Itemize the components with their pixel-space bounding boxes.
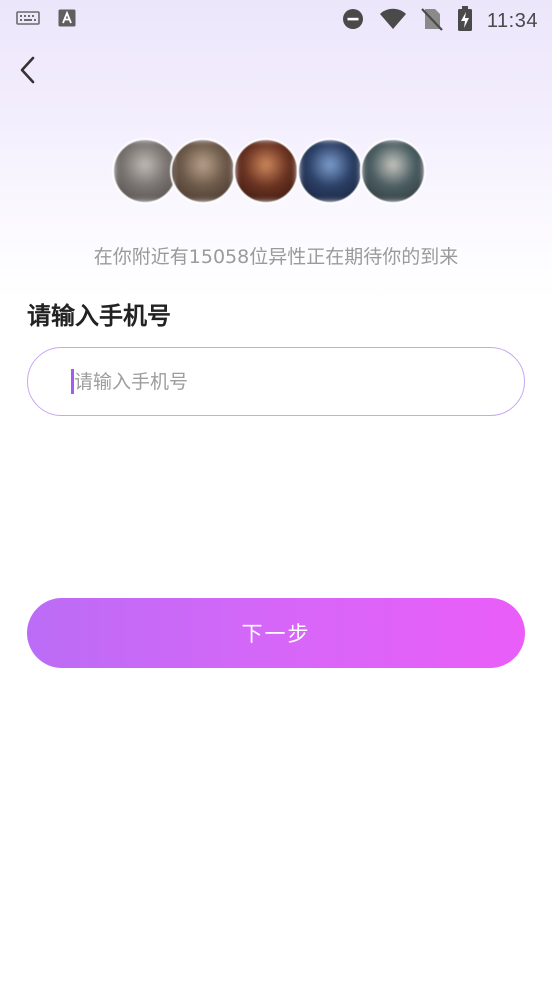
avatar (233, 138, 299, 204)
nearby-avatars (112, 138, 442, 208)
no-sim-icon (421, 7, 443, 35)
wifi-icon (379, 8, 407, 34)
avatar (112, 138, 178, 204)
phone-input-container[interactable] (27, 347, 525, 416)
avatar (297, 138, 363, 204)
avatar (360, 138, 426, 204)
back-button[interactable] (10, 54, 46, 90)
battery-charging-icon (457, 6, 473, 36)
status-right-icons: 11:34 (341, 6, 538, 36)
nearby-count-text: 在你附近有15058位异性正在期待你的到来 (93, 246, 459, 268)
page-title: 请输入手机号 (27, 302, 171, 330)
status-left-icons (16, 9, 76, 31)
do-not-disturb-icon (341, 7, 365, 35)
a-app-icon (58, 9, 76, 31)
phone-input[interactable] (72, 348, 496, 416)
status-time: 11:34 (486, 9, 538, 32)
chevron-left-icon (18, 55, 38, 89)
status-bar: 11:34 (0, 0, 552, 38)
avatar (170, 138, 236, 204)
keyboard-icon (16, 9, 40, 31)
next-step-button[interactable]: 下一步 (27, 598, 525, 668)
